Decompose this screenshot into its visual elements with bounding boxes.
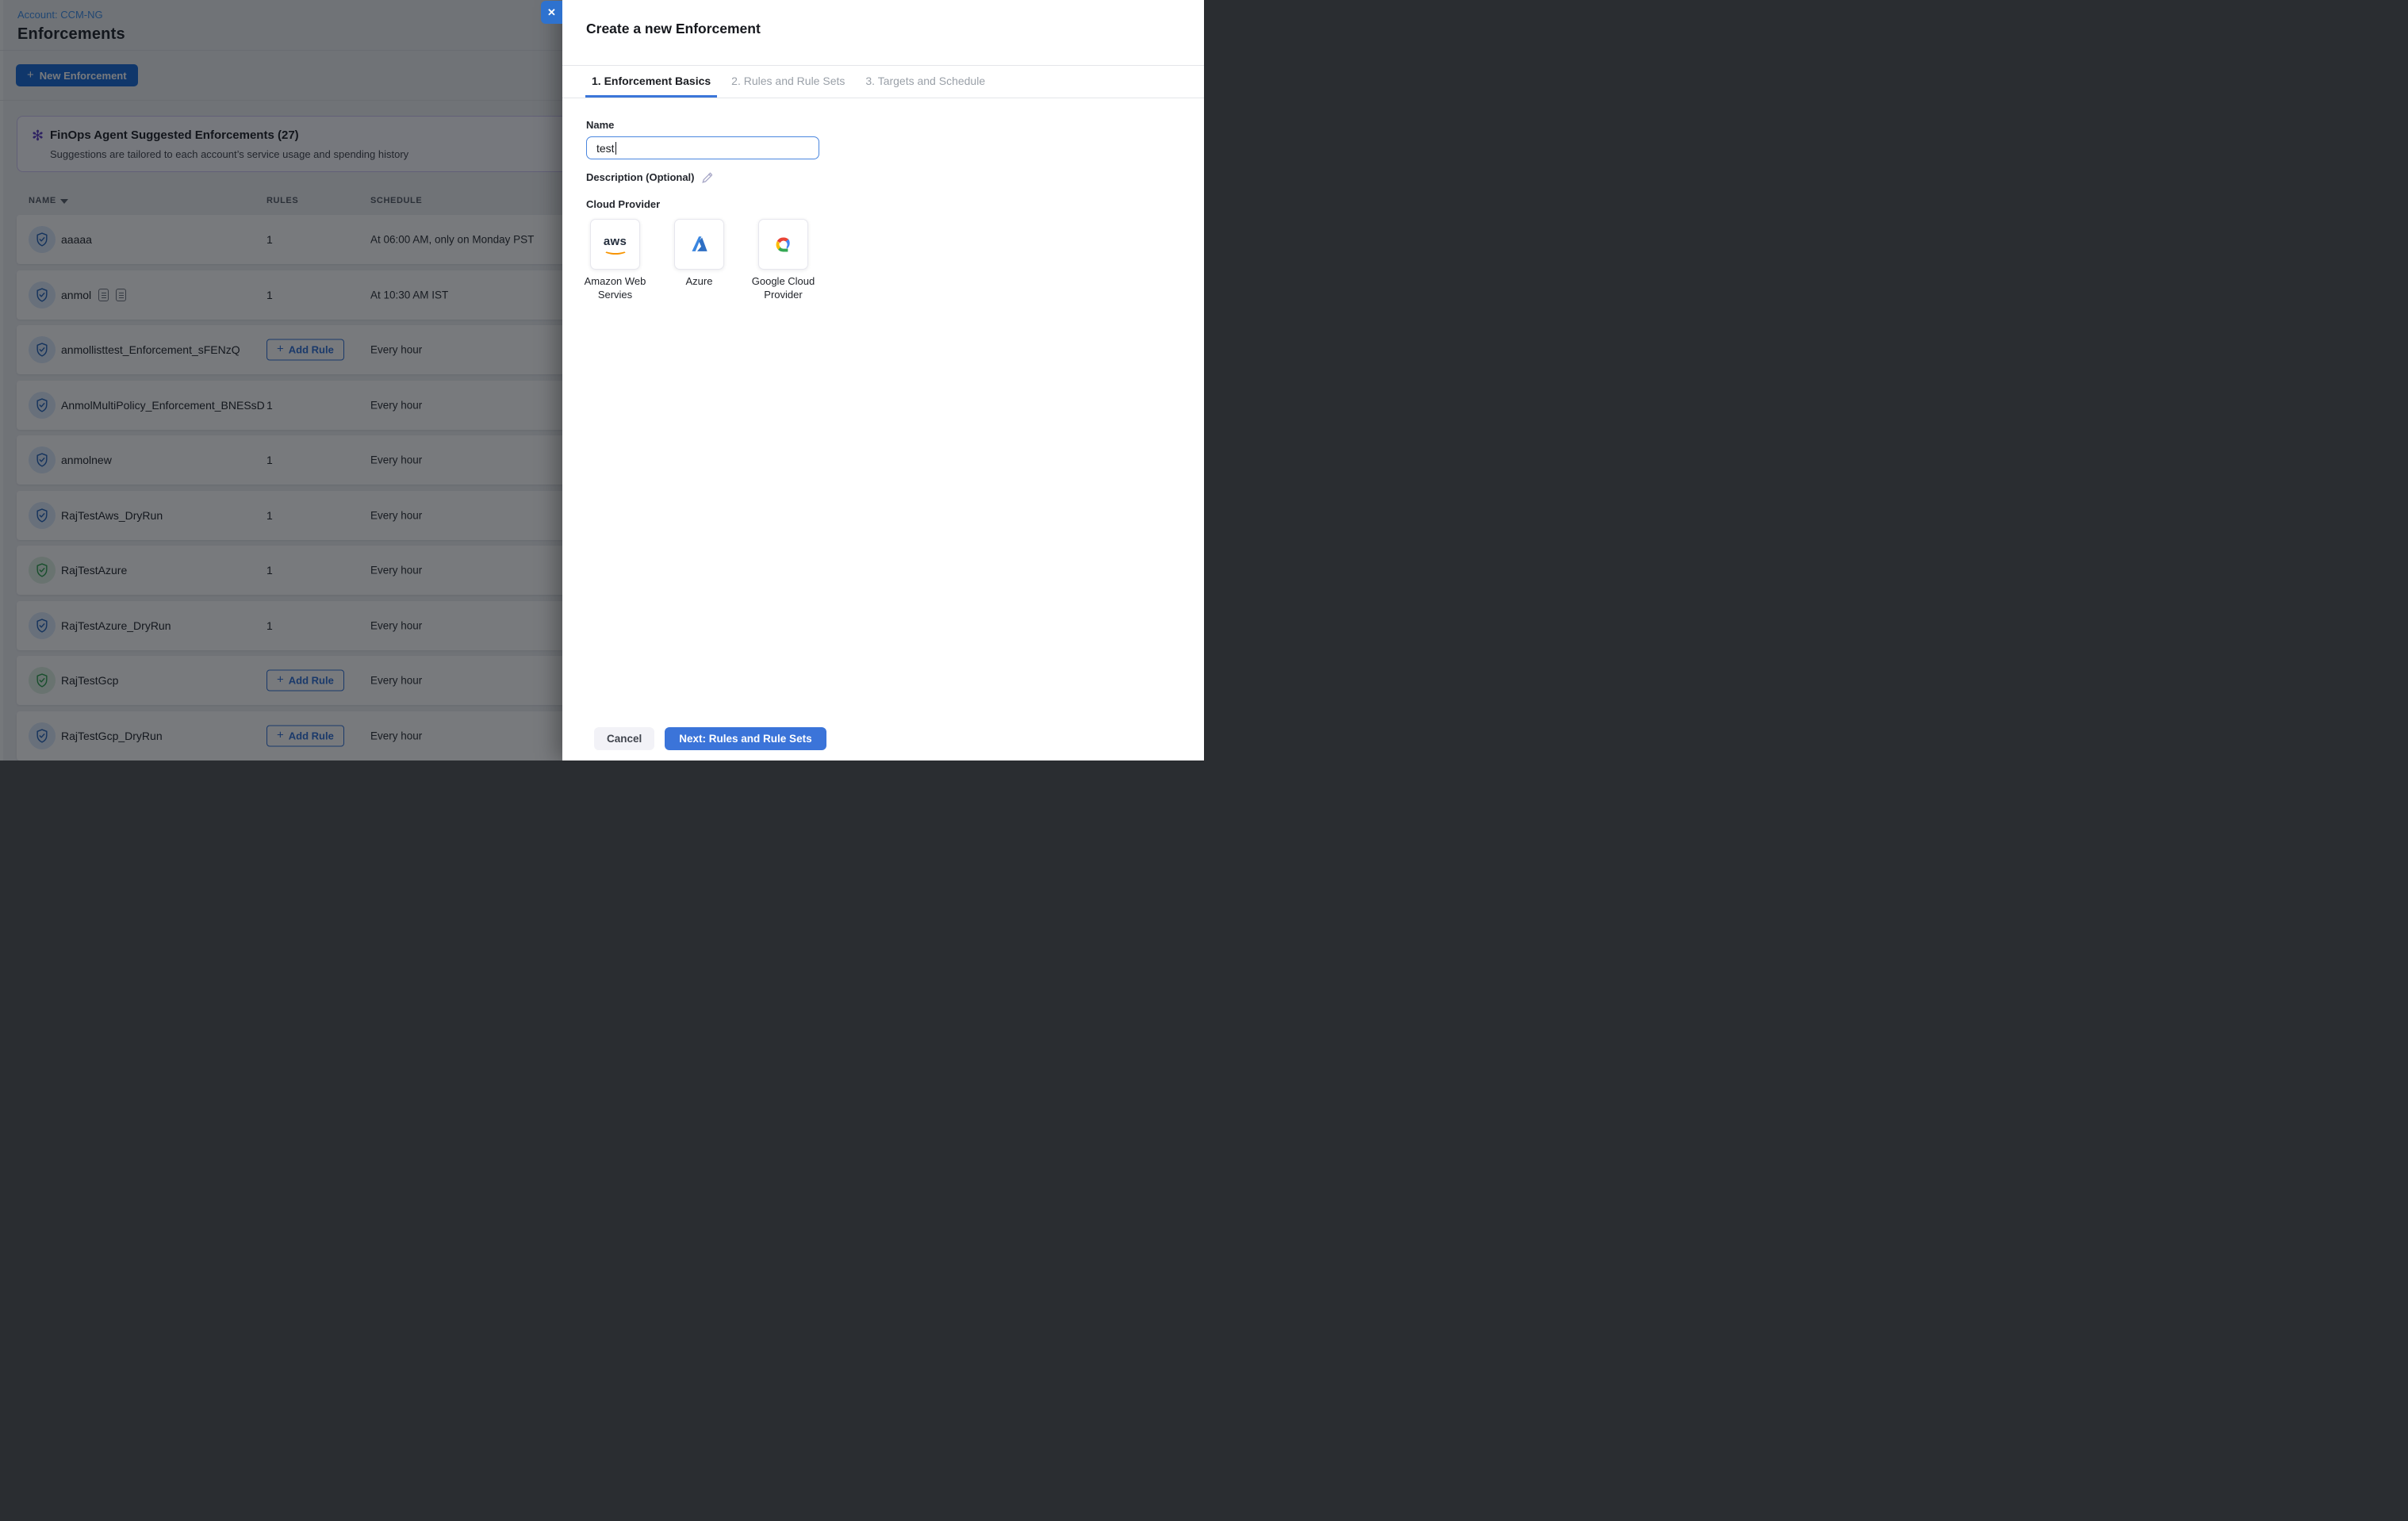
aws-logo-icon: aws [604, 236, 627, 255]
wizard-tab-3[interactable]: 3. Targets and Schedule [859, 66, 991, 98]
create-enforcement-drawer: ✕ Create a new Enforcement 1. Enforcemen… [562, 0, 1204, 760]
azure-logo-icon [689, 234, 710, 255]
text-cursor [615, 142, 617, 155]
drawer-title: Create a new Enforcement [586, 21, 761, 37]
cloud-provider-label: Cloud Provider [586, 198, 660, 210]
cloud-provider-options: awsAmazon Web ServiesAzureGoogle Cloud P… [590, 219, 808, 270]
provider-label-gcp: Google Cloud Provider [747, 274, 820, 301]
name-input-value: test [596, 142, 615, 155]
close-drawer-button[interactable]: ✕ [541, 1, 562, 24]
wizard-tabs: 1. Enforcement Basics2. Rules and Rule S… [562, 65, 1204, 98]
provider-label-aws: Amazon Web Servies [579, 274, 652, 301]
cancel-button[interactable]: Cancel [594, 727, 654, 750]
gcp-logo-icon [773, 234, 794, 255]
provider-card-azure[interactable] [674, 219, 724, 270]
name-input[interactable]: test [586, 136, 819, 159]
provider-label-azure: Azure [663, 274, 736, 288]
next-step-button[interactable]: Next: Rules and Rule Sets [665, 727, 826, 750]
provider-card-aws[interactable]: aws [590, 219, 640, 270]
wizard-tab-2[interactable]: 2. Rules and Rule Sets [725, 66, 851, 98]
app-window: Account: CCM-NG Enforcements + New Enfor… [0, 0, 1204, 760]
wizard-tab-1[interactable]: 1. Enforcement Basics [585, 66, 717, 98]
provider-card-gcp[interactable] [758, 219, 808, 270]
name-label: Name [586, 119, 614, 131]
description-label: Description (Optional) [586, 171, 695, 183]
drawer-footer: Cancel Next: Rules and Rule Sets [594, 727, 826, 750]
edit-pencil-icon[interactable] [701, 171, 713, 183]
